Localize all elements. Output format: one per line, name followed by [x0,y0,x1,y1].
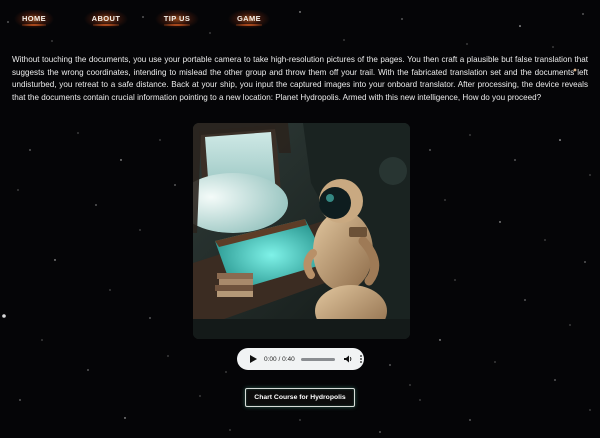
more-vertical-icon[interactable] [359,354,363,364]
story-paragraph: Without touching the documents, you use … [12,55,588,102]
scene-illustration [193,123,410,339]
chart-course-button[interactable]: Chart Course for Hydropolis [245,388,355,407]
nav-home-link[interactable]: HOME [14,10,54,28]
top-nav: HOME ABOUT TIP US GAME [0,0,600,38]
nav-game-link[interactable]: GAME [228,10,270,28]
play-icon[interactable] [248,354,258,364]
audio-time: 0:00 / 0:40 [264,355,295,363]
audio-progress-slider[interactable] [300,357,335,361]
volume-icon[interactable] [343,354,353,364]
audio-player: 0:00 / 0:40 [237,348,364,370]
nav-about-link[interactable]: ABOUT [84,10,128,28]
nav-tip-us-link[interactable]: TIP US [155,10,199,28]
